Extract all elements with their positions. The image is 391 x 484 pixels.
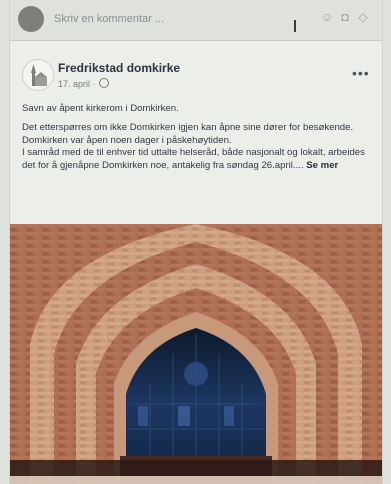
page-avatar[interactable] <box>22 59 54 91</box>
post-date-text: 17. april · <box>58 79 96 89</box>
camera-icon[interactable]: ◘ <box>338 10 352 24</box>
more-options-icon[interactable]: ••• <box>352 65 370 81</box>
comment-input[interactable]: Skriv en kommentar ... <box>54 8 304 30</box>
see-more-link[interactable]: Se mer <box>306 160 338 171</box>
comment-bar: Skriv en kommentar ... ☺ ◘ ◇ <box>10 0 382 41</box>
page-name[interactable]: Fredrikstad domkirke <box>58 61 180 75</box>
post-card: Fredrikstad domkirke 17. april · ••• Sav… <box>10 41 382 484</box>
church-portal-illustration <box>10 224 382 484</box>
church-portal-image[interactable] <box>10 224 382 484</box>
post-paragraph-last: I samråd med de til enhver tid uttalte h… <box>22 147 372 172</box>
post-date[interactable]: 17. april · <box>58 78 109 89</box>
church-logo-icon <box>31 64 47 86</box>
globe-icon <box>98 78 109 88</box>
post-paragraph: Det etterspørres om ikke Domkirken igjen… <box>22 122 354 134</box>
screen: Skriv en kommentar ... ☺ ◘ ◇ Fredrikstad… <box>10 0 382 484</box>
text-cursor <box>294 20 296 32</box>
post-text: Savn av åpent kirkerom i Domkirken. Det … <box>22 103 372 172</box>
avatar <box>18 6 44 32</box>
emoji-icon[interactable]: ☺ <box>320 10 334 24</box>
post-paragraph: Savn av åpent kirkerom i Domkirken. <box>22 103 179 114</box>
post-paragraph: Domkirken var åpen noen dager i påskehøy… <box>22 134 232 146</box>
gif-icon[interactable]: ◇ <box>356 10 370 24</box>
